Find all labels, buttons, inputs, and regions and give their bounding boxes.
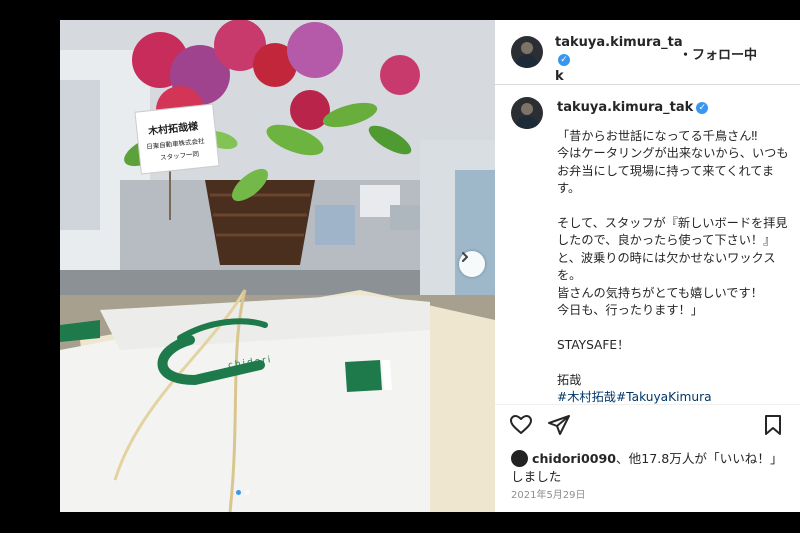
verified-badge-icon: ✓ [696, 101, 709, 114]
chevron-right-icon [462, 252, 468, 262]
paper-plane-icon[interactable] [547, 413, 571, 437]
post-caption: 「昔からお世話になってる千鳥さん‼ 今はケータリングが出来ないから、いつもお弁当… [557, 128, 789, 407]
header-username-line1: takuya.kimura_ta [555, 35, 683, 50]
likes-summary: chidori0090、他17.8万人が「いいね！」しました [511, 450, 791, 485]
avatar[interactable] [511, 36, 543, 68]
header-username-line2: k [555, 69, 564, 84]
carousel-dot-active [236, 490, 241, 495]
caption-text: 「昔からお世話になってる千鳥さん‼ 今はケータリングが出来ないから、いつもお弁当… [557, 129, 789, 387]
verified-badge-icon: ✓ [558, 53, 570, 66]
heart-icon[interactable] [509, 413, 533, 437]
follow-button[interactable]: ・フォロー中 [679, 44, 757, 63]
photo-illustration [60, 20, 495, 512]
header-username[interactable]: takuya.kimura_ta ✓ k [555, 34, 683, 85]
action-bar [495, 404, 800, 445]
carousel-dots [236, 490, 250, 495]
bookmark-icon[interactable] [761, 413, 785, 437]
post-card: 木村拓哉様 日東自動車株式会社 スタッフ一同 chidori takuya.ki… [60, 20, 800, 512]
post-date[interactable]: 2021年5月29日 [511, 486, 586, 501]
next-photo-button[interactable] [459, 251, 485, 277]
caption-username-text: takuya.kimura_tak [557, 100, 694, 115]
post-photo[interactable]: 木村拓哉様 日東自動車株式会社 スタッフ一同 chidori [60, 20, 495, 512]
post-header: takuya.kimura_ta ✓ k ・フォロー中 [495, 20, 800, 85]
caption-username[interactable]: takuya.kimura_tak ✓ [557, 100, 709, 115]
liker-avatar[interactable] [511, 450, 528, 467]
instagram-post-screenshot: 木村拓哉様 日東自動車株式会社 スタッフ一同 chidori takuya.ki… [0, 0, 800, 533]
avatar[interactable] [511, 97, 543, 129]
carousel-dot [245, 490, 250, 495]
liker-username[interactable]: chidori0090 [532, 451, 616, 466]
caption-hashtags[interactable]: #木村拓哉#TakuyaKimura [557, 390, 712, 404]
post-side-panel: takuya.kimura_ta ✓ k ・フォロー中 takuya.kimura… [495, 20, 800, 512]
